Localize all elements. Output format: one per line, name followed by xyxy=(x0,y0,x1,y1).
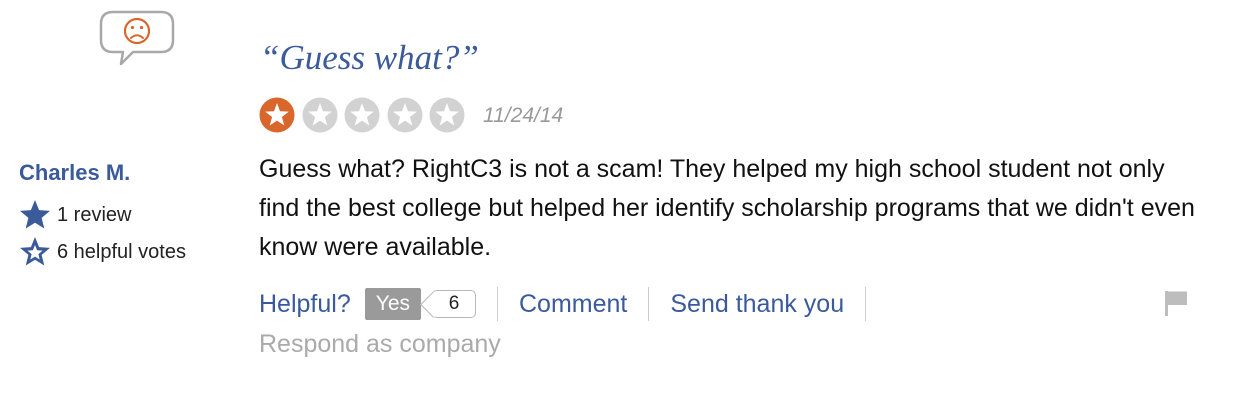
review-count: 1 review xyxy=(19,199,131,231)
review-card: Charles M. 1 review 6 helpful votes “Gue… xyxy=(0,0,1246,402)
star-outline-icon xyxy=(20,237,50,266)
helpful-count-badge: 6 xyxy=(432,290,476,318)
helpful-votes-count: 6 helpful votes xyxy=(19,236,186,268)
divider xyxy=(497,287,498,321)
star-rating xyxy=(259,97,472,133)
flag-icon[interactable] xyxy=(1163,290,1189,316)
review-date: 11/24/14 xyxy=(483,104,564,127)
rating-star-empty-icon xyxy=(387,97,422,133)
divider xyxy=(865,287,867,321)
helpful-label: Helpful? xyxy=(259,289,351,318)
reviewer-name[interactable]: Charles M. xyxy=(19,160,130,186)
respond-as-company-link[interactable]: Respond as company xyxy=(259,330,501,359)
helpful-votes-text: 6 helpful votes xyxy=(57,240,186,263)
rating-star-empty-icon xyxy=(429,97,465,133)
review-actions: Helpful? Yes 6 Comment Send thank you xyxy=(259,284,887,324)
helpful-yes-button[interactable]: Yes xyxy=(364,288,421,320)
star-icon xyxy=(20,200,50,229)
rating-star-empty-icon xyxy=(302,97,337,133)
send-thank-you-link[interactable]: Send thank you xyxy=(670,290,844,319)
comment-link[interactable]: Comment xyxy=(519,290,627,319)
rating-star-filled-icon xyxy=(259,97,295,133)
frown-face-icon xyxy=(99,10,175,66)
divider xyxy=(648,287,650,321)
review-title: “Guess what?” xyxy=(260,38,479,77)
review-body: Guess what? RightC3 is not a scam! They … xyxy=(259,155,1195,261)
rating-star-empty-icon xyxy=(344,97,380,133)
helpful-count: 6 xyxy=(448,293,460,314)
review-count-text: 1 review xyxy=(57,203,132,226)
